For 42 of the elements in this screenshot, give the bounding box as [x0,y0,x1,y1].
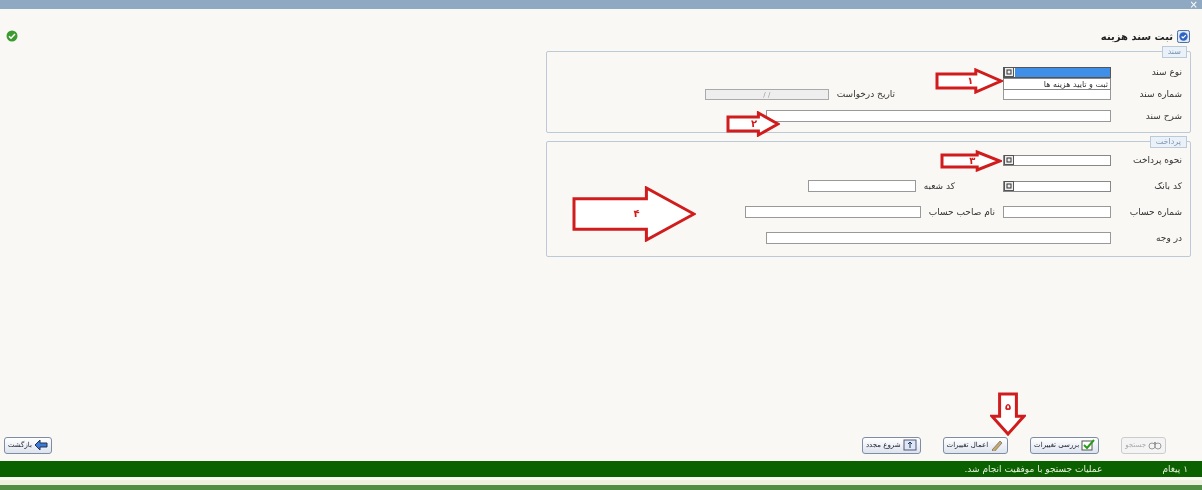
field-label: در وجه [1155,233,1182,243]
text-field[interactable] [766,232,1111,244]
field-label: شرح سند [1144,111,1182,121]
callout-arrow [940,150,1002,172]
dropdown-field[interactable] [1003,180,1111,192]
field-label: نحوه پرداخت [1132,155,1182,165]
form-icon [1177,29,1190,43]
field-label: نوع سند [1150,67,1182,77]
field-label: نام صاحب حساب [928,207,995,217]
callout-number: ۱ [967,76,974,86]
callout-number: ۳ [969,156,976,166]
text-field[interactable] [1003,206,1111,218]
back-arrow-icon [33,439,48,451]
form-title: ثبت سند هزینه [1100,30,1173,42]
callout-number: ۲ [751,119,758,129]
success-icon [6,30,18,42]
pencil-icon [990,439,1005,451]
section-legend: پرداخت [1149,136,1187,148]
text-field[interactable] [807,180,916,192]
text-field[interactable] [744,206,921,218]
callout-number: ۵ [1004,402,1012,413]
callout-arrow [726,111,780,137]
text-field[interactable] [766,110,1111,122]
status-message: عملیات جستجو با موفقیت انجام شد. [964,464,1103,474]
dropdown-icon [1004,155,1014,165]
message-count: ۱ پیغام [1162,464,1188,474]
callout-arrow [990,392,1026,436]
dropdown-icon [1004,67,1014,77]
field-label: شماره حساب [1128,207,1182,217]
upload-icon [902,439,917,451]
field-label: تاریخ درخواست [836,89,895,99]
dropdown-field[interactable] [1003,66,1111,78]
field-label: کد بانک [1153,181,1182,191]
field-label: شماره سند [1138,89,1182,99]
dropdown-icon [1004,181,1014,191]
binoculars-icon [1148,439,1162,451]
field-label: کد شعبه [923,181,955,191]
checkmark-icon [1081,439,1096,451]
callout-number: ۴ [633,209,640,219]
dropdown-field[interactable] [1003,154,1111,166]
section-legend: سند [1161,46,1187,58]
dropdown-option[interactable]: ثبت و تایید هزینه ها [1043,79,1108,89]
